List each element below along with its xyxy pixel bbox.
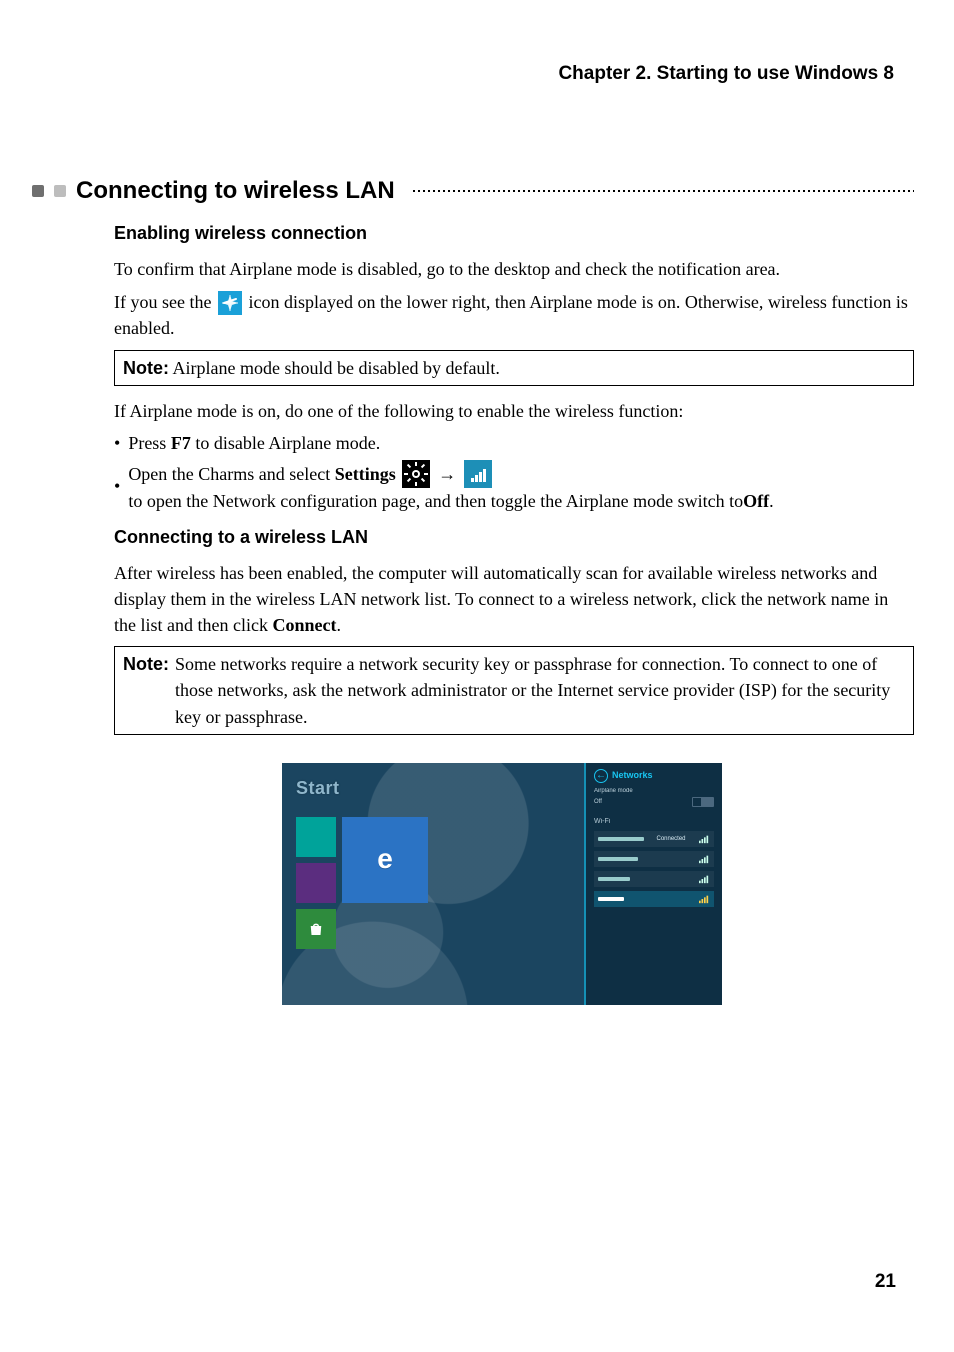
airplane-icon bbox=[218, 291, 242, 315]
ie-tile: e bbox=[342, 817, 428, 903]
bullet-dot: • bbox=[114, 431, 120, 456]
wifi-item-selected bbox=[594, 891, 714, 907]
section-heading-row: Connecting to wireless LAN bbox=[32, 174, 914, 209]
wifi-section-header: Wi-Fi bbox=[594, 817, 714, 827]
heading-rule bbox=[413, 190, 914, 192]
chapter-title: Chapter 2. Starting to use Windows 8 bbox=[90, 60, 914, 88]
networks-title: ← Networks bbox=[594, 769, 714, 783]
wifi-signal-icon bbox=[464, 460, 492, 488]
windows8-start-screenshot: Start e bbox=[282, 763, 722, 1005]
airplane-mode-label: Airplane mode bbox=[594, 787, 633, 796]
start-tile bbox=[296, 817, 336, 857]
figure: Start e bbox=[90, 763, 914, 1005]
settings-label: Settings bbox=[335, 461, 396, 487]
text-run: to open the Network configuration page, … bbox=[128, 488, 743, 514]
store-tile bbox=[296, 909, 336, 949]
note-text: Airplane mode should be disabled by defa… bbox=[173, 358, 500, 378]
note-text: Some networks require a network security… bbox=[175, 651, 905, 729]
key-label: F7 bbox=[171, 433, 191, 453]
section-heading: Connecting to wireless LAN bbox=[76, 174, 395, 209]
networks-title-text: Networks bbox=[612, 769, 653, 782]
text-run: Open the Charms and select bbox=[128, 461, 330, 487]
note-box: Note: Airplane mode should be disabled b… bbox=[114, 350, 914, 386]
heading-bullet-dark bbox=[32, 185, 44, 197]
note-label: Note: bbox=[123, 651, 169, 729]
shopping-bag-icon bbox=[307, 920, 325, 938]
start-tile bbox=[296, 863, 336, 903]
text-run: After wireless has been enabled, the com… bbox=[114, 563, 888, 635]
paragraph: After wireless has been enabled, the com… bbox=[114, 560, 914, 638]
wifi-secure-icon bbox=[698, 894, 710, 904]
note-label: Note: bbox=[123, 358, 169, 378]
back-arrow-icon: ← bbox=[594, 769, 608, 783]
start-label: Start bbox=[296, 775, 570, 801]
wifi-bars-icon bbox=[698, 874, 710, 884]
text-run: If you see the bbox=[114, 292, 216, 312]
note-box: Note: Some networks require a network se… bbox=[114, 646, 914, 734]
off-label: Off bbox=[743, 488, 769, 514]
wifi-item bbox=[594, 871, 714, 887]
page-number: 21 bbox=[875, 1268, 896, 1296]
wifi-bars-icon bbox=[698, 854, 710, 864]
wifi-item: Connected bbox=[594, 831, 714, 847]
wifi-item bbox=[594, 851, 714, 867]
arrow-glyph: → bbox=[438, 461, 456, 487]
connect-label: Connect bbox=[272, 615, 336, 635]
subheading-connecting: Connecting to a wireless LAN bbox=[114, 524, 914, 550]
text-run: to disable Airplane mode. bbox=[191, 433, 380, 453]
start-screen: Start e bbox=[282, 763, 584, 1005]
list-item: • Press F7 to disable Airplane mode. bbox=[114, 430, 914, 456]
paragraph: If Airplane mode is on, do one of the fo… bbox=[114, 398, 914, 424]
airplane-mode-state: Off bbox=[594, 798, 602, 807]
internet-explorer-icon: e bbox=[377, 839, 393, 880]
settings-gear-icon bbox=[402, 460, 430, 488]
paragraph: If you see the icon displayed on the low… bbox=[114, 289, 914, 342]
heading-bullet-light bbox=[54, 185, 66, 197]
text-run: . bbox=[769, 488, 774, 514]
networks-panel: ← Networks Airplane mode Off Wi-Fi Conne… bbox=[584, 763, 722, 1005]
text-run: Press bbox=[128, 433, 171, 453]
wifi-bars-icon bbox=[698, 834, 710, 844]
subheading-enabling: Enabling wireless connection bbox=[114, 220, 914, 246]
connected-label: Connected bbox=[656, 835, 685, 844]
paragraph: To confirm that Airplane mode is disable… bbox=[114, 256, 914, 282]
airplane-toggle bbox=[692, 797, 714, 807]
bullet-dot: • bbox=[114, 474, 120, 499]
text-run: . bbox=[336, 615, 341, 635]
list-item: • Open the Charms and select Settings bbox=[114, 460, 914, 514]
